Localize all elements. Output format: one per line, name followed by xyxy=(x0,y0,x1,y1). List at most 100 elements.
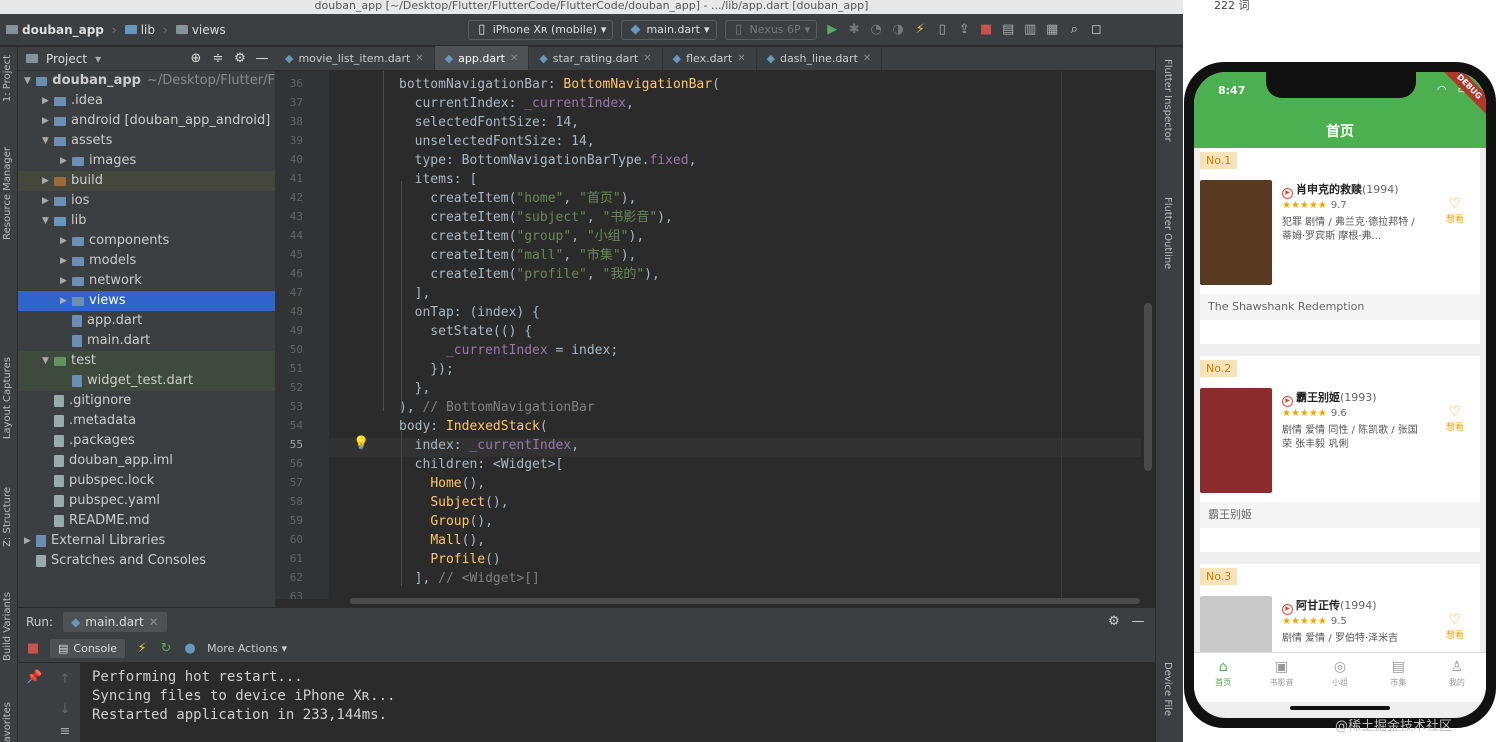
editor-tab[interactable]: ◆ dash_line.dart ✕ xyxy=(757,46,883,70)
more-actions-menu[interactable]: More Actions ▾ xyxy=(207,642,287,655)
scrollbar-thumb[interactable] xyxy=(1144,303,1152,471)
console-tab[interactable]: ▤ Console xyxy=(50,639,126,658)
build-variants-tab[interactable]: Build Variants xyxy=(2,592,13,661)
search-icon[interactable]: ⌕ xyxy=(1067,22,1081,37)
hot-reload-icon[interactable]: ⚡ xyxy=(135,641,149,656)
movie-card[interactable]: No.3 ▶ 阿甘正传(1994) ★★★★★ 9.5 剧情 爱情 / 罗伯特·泽米吉 ♡ 想… xyxy=(1200,564,1480,652)
gear-icon[interactable]: ⚙ xyxy=(1107,614,1121,629)
tree-item[interactable]: pubspec.lock xyxy=(18,471,275,491)
close-icon[interactable]: ✕ xyxy=(737,53,745,64)
collapsed-arrow-icon[interactable]: ▶ xyxy=(60,151,72,171)
nav-item[interactable]: ▣ 书影音 xyxy=(1252,653,1310,702)
tree-item[interactable]: ▼ douban_app ~/Desktop/Flutter/F xyxy=(18,71,275,91)
project-tool-tab[interactable]: 1: Project xyxy=(2,55,13,102)
tree-item[interactable]: ▼ assets xyxy=(18,131,275,151)
breadcrumb-views[interactable]: views xyxy=(175,23,226,37)
device-selector[interactable]: ▯ iPhone Xʀ (mobile) ▾ xyxy=(467,19,614,40)
tree-item[interactable]: ▶ components xyxy=(18,231,275,251)
resource-manager-tab[interactable]: Resource Manager xyxy=(2,147,13,240)
emulator-selector[interactable]: ▯ Nexus 6P ▾ xyxy=(724,19,818,40)
user-icon[interactable]: ◻ xyxy=(1089,22,1103,37)
tree-item[interactable]: README.md xyxy=(18,511,275,531)
tree-item[interactable]: ▶ build xyxy=(18,171,275,191)
tree-item[interactable]: ▶ .idea xyxy=(18,91,275,111)
tree-item[interactable]: main.dart xyxy=(18,331,275,351)
tree-item[interactable]: ▶ External Libraries xyxy=(18,531,275,551)
editor-tab[interactable]: ◆ star_rating.dart ✕ xyxy=(529,46,663,70)
expanded-arrow-icon[interactable]: ▼ xyxy=(42,351,54,371)
tree-item[interactable]: ▶ network xyxy=(18,271,275,291)
scrollbar-thumb[interactable] xyxy=(350,598,1140,604)
flutter-outline-tab[interactable]: Flutter Outline xyxy=(1162,197,1173,269)
tree-item[interactable]: pubspec.yaml xyxy=(18,491,275,511)
device-mirror-icon[interactable]: ▯ xyxy=(935,22,949,37)
profile-icon[interactable]: ◔ xyxy=(869,22,883,37)
nav-item[interactable]: ▤ 市集 xyxy=(1369,653,1427,702)
run-config-tab[interactable]: ◆ main.dart ✕ xyxy=(63,611,167,632)
editor-tab[interactable]: ◆ movie_list_item.dart ✕ xyxy=(275,46,435,70)
hide-icon[interactable]: — xyxy=(255,51,269,66)
run-icon[interactable]: ▶ xyxy=(825,22,839,37)
tree-item[interactable]: Scratches and Consoles xyxy=(18,551,275,571)
tree-item[interactable]: ▶ models xyxy=(18,251,275,271)
coverage-icon[interactable]: ◑ xyxy=(891,22,905,37)
nav-item[interactable]: ♙ 我的 xyxy=(1428,653,1486,702)
structure-icon[interactable]: ▦ xyxy=(1045,22,1059,37)
expanded-arrow-icon[interactable]: ▼ xyxy=(42,131,54,151)
editor-horizontal-scrollbar[interactable] xyxy=(330,596,1141,606)
intention-bulb-icon[interactable]: 💡 xyxy=(353,436,369,451)
arrow-up-icon[interactable]: ↑ xyxy=(58,673,72,687)
tree-item[interactable]: ▼ lib xyxy=(18,211,275,231)
close-icon[interactable]: ✕ xyxy=(863,53,871,64)
tree-item[interactable]: ▼ test xyxy=(18,351,275,371)
movie-card[interactable]: No.2 ▶ 霸王别姬(1993) ★★★★★ 9.6 剧情 爱情 同性 / 陈凯歌 / … xyxy=(1200,356,1480,552)
tree-item[interactable]: ▶ ios xyxy=(18,191,275,211)
sdk-manager-icon[interactable]: ▤ xyxy=(1001,22,1015,37)
collapsed-arrow-icon[interactable]: ▶ xyxy=(60,271,72,291)
locate-icon[interactable]: ⊕ xyxy=(189,51,203,66)
layout-captures-tab[interactable]: Layout Captures xyxy=(2,357,13,439)
movie-list[interactable]: No.1 ▶ 肖申克的救赎(1994) ★★★★★ 9.7 犯罪 剧情 / 弗兰克·德拉邦… xyxy=(1194,148,1486,652)
collapsed-arrow-icon[interactable]: ▶ xyxy=(60,231,72,251)
close-icon[interactable]: ✕ xyxy=(415,53,423,64)
expanded-arrow-icon[interactable]: ▼ xyxy=(24,71,36,91)
collapsed-arrow-icon[interactable]: ▶ xyxy=(42,111,54,131)
tree-item[interactable]: ▶ views xyxy=(18,291,275,311)
hot-reload-icon[interactable]: ⚡ xyxy=(913,22,927,37)
stop-icon[interactable]: ■ xyxy=(26,641,40,656)
tree-item[interactable]: douban_app.iml xyxy=(18,451,275,471)
wish-button[interactable]: ♡ 想看 xyxy=(1438,196,1472,225)
collapsed-arrow-icon[interactable]: ▶ xyxy=(42,91,54,111)
tree-item[interactable]: app.dart xyxy=(18,311,275,331)
collapsed-arrow-icon[interactable]: ▶ xyxy=(42,171,54,191)
favorites-tab[interactable]: Favorites xyxy=(2,702,13,742)
expanded-arrow-icon[interactable]: ▼ xyxy=(42,211,54,231)
nav-item[interactable]: ⌂ 首页 xyxy=(1194,653,1252,702)
console-output[interactable]: Performing hot restart... Syncing files t… xyxy=(80,663,1155,742)
attach-icon[interactable]: ⇪ xyxy=(957,22,971,37)
stop-icon[interactable]: ■ xyxy=(979,22,993,37)
collapsed-arrow-icon[interactable]: ▶ xyxy=(60,291,72,311)
tree-item[interactable]: .gitignore xyxy=(18,391,275,411)
project-view-selector[interactable]: Project xyxy=(46,52,87,66)
wish-button[interactable]: ♡ 想看 xyxy=(1438,404,1472,433)
arrow-down-icon[interactable]: ↓ xyxy=(58,703,72,717)
movie-card[interactable]: No.1 ▶ 肖申克的救赎(1994) ★★★★★ 9.7 犯罪 剧情 / 弗兰克·德拉邦… xyxy=(1200,148,1480,344)
debug-icon[interactable]: ✱ xyxy=(847,22,861,37)
structure-tab[interactable]: Z: Structure xyxy=(2,487,13,547)
close-icon[interactable]: ✕ xyxy=(149,615,159,629)
gear-icon[interactable]: ⚙ xyxy=(233,51,247,66)
wish-button[interactable]: ♡ 想看 xyxy=(1438,612,1472,641)
nav-item[interactable]: ◎ 小组 xyxy=(1311,653,1369,702)
tree-item[interactable]: .metadata xyxy=(18,411,275,431)
tree-item[interactable]: ▶ android [douban_app_android] xyxy=(18,111,275,131)
collapsed-arrow-icon[interactable]: ▶ xyxy=(60,251,72,271)
chevron-down-icon[interactable]: ▾ xyxy=(95,52,101,66)
collapse-icon[interactable]: ≑ xyxy=(211,51,225,66)
collapsed-arrow-icon[interactable]: ▶ xyxy=(42,191,54,211)
collapsed-arrow-icon[interactable]: ▶ xyxy=(24,531,36,551)
hot-restart-icon[interactable]: ↻ xyxy=(159,641,173,656)
devtools-icon[interactable]: ● xyxy=(183,641,197,656)
close-icon[interactable]: ✕ xyxy=(643,53,651,64)
hide-icon[interactable]: — xyxy=(1131,614,1145,629)
